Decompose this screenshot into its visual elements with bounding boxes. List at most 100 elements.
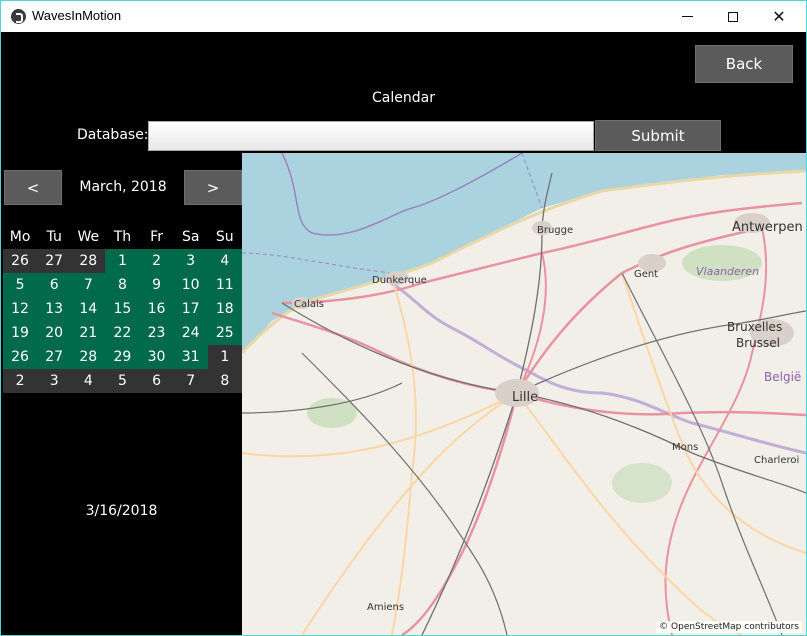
place-label: Gent (634, 269, 658, 280)
place-label: Calais (294, 299, 324, 310)
calendar-day[interactable]: 28 (71, 345, 106, 369)
calendar-day[interactable]: 10 (173, 273, 208, 297)
calendar-day[interactable]: 17 (173, 297, 208, 321)
back-button[interactable]: Back (695, 45, 793, 83)
calendar-week: 19 20 21 22 23 24 25 (3, 321, 242, 345)
calendar-day[interactable]: 25 (207, 321, 242, 345)
database-input[interactable] (148, 121, 594, 151)
map-canvas[interactable]: Antwerpen Brugge Gent Vlaanderen Dunkerq… (242, 153, 806, 635)
database-label: Database: (77, 127, 149, 143)
calendar-day-next-month[interactable]: 8 (207, 369, 242, 393)
calendar-day[interactable]: 26 (3, 345, 38, 369)
close-icon: ✕ (772, 7, 786, 26)
calendar-week: 26 27 28 1 2 3 4 (3, 249, 242, 273)
prev-month-button[interactable]: < (4, 170, 62, 205)
app-logo-icon (11, 9, 26, 24)
calendar-day[interactable]: 3 (173, 249, 208, 273)
place-label: Charleroi (754, 455, 799, 466)
calendar-day-next-month[interactable]: 4 (71, 369, 106, 393)
calendar-day-prev-month[interactable]: 26 (3, 249, 38, 273)
calendar-day[interactable]: 14 (71, 297, 106, 321)
weekday-label: Th (105, 225, 140, 249)
calendar-day-next-month[interactable]: 3 (37, 369, 72, 393)
submit-button[interactable]: Submit (595, 120, 721, 151)
place-label: Dunkerque (372, 275, 427, 286)
maximize-button[interactable] (710, 1, 756, 32)
main-content: Back Calendar Database: Submit < March, … (1, 32, 806, 635)
calendar-day[interactable]: 2 (139, 249, 174, 273)
calendar-day-prev-month[interactable]: 27 (37, 249, 72, 273)
map-attribution[interactable]: © OpenStreetMap contributors (656, 621, 802, 633)
calendar-day-next-month[interactable]: 5 (105, 369, 140, 393)
place-label: Vlaanderen (696, 265, 759, 278)
calendar-week: 2 3 4 5 6 7 8 (3, 369, 242, 393)
selected-date: 3/16/2018 (85, 503, 158, 519)
calendar-panel: < March, 2018 > Mo Tu We Th Fr Sa Su 26 … (1, 153, 242, 635)
primary-road (242, 392, 518, 458)
weekday-header: Mo Tu We Th Fr Sa Su (3, 225, 242, 249)
next-month-button[interactable]: > (184, 170, 242, 205)
window-title: WavesInMotion (32, 8, 122, 23)
calendar-day[interactable]: 23 (139, 321, 174, 345)
calendar-week: 5 6 7 8 9 10 11 (3, 273, 242, 297)
calendar-day[interactable]: 30 (139, 345, 174, 369)
calendar-day[interactable]: 5 (3, 273, 38, 297)
calendar-day-next-month[interactable]: 7 (173, 369, 208, 393)
calendar-day[interactable]: 27 (37, 345, 72, 369)
map-view[interactable]: Antwerpen Brugge Gent Vlaanderen Dunkerq… (242, 153, 806, 635)
place-label: Lille (512, 390, 538, 405)
calendar-day[interactable]: 8 (105, 273, 140, 297)
motorway (401, 392, 519, 635)
primary-road (391, 277, 417, 635)
calendar-week: 12 13 14 15 16 17 18 (3, 297, 242, 321)
weekday-label: Fr (139, 225, 174, 249)
calendar-day[interactable]: 21 (71, 321, 106, 345)
calendar-day[interactable]: 16 (139, 297, 174, 321)
calendar-week: 26 27 28 29 30 31 1 (3, 345, 242, 369)
motorway (271, 311, 518, 395)
calendar-day[interactable]: 1 (105, 249, 140, 273)
calendar-day[interactable]: 15 (105, 297, 140, 321)
calendar-day[interactable]: 22 (105, 321, 140, 345)
place-label: Mons (672, 442, 698, 453)
weekday-label: Sa (173, 225, 208, 249)
calendar-day-next-month[interactable]: 1 (207, 345, 242, 369)
weekday-label: Mo (3, 225, 38, 249)
motorway (664, 227, 768, 635)
primary-road (301, 392, 518, 635)
calendar-day[interactable]: 20 (37, 321, 72, 345)
page-title: Calendar (372, 90, 435, 106)
calendar-day[interactable]: 7 (71, 273, 106, 297)
calendar-day-prev-month[interactable]: 28 (71, 249, 106, 273)
place-label: Bruxelles (727, 320, 782, 334)
minimize-icon (681, 16, 693, 17)
calendar-day-next-month[interactable]: 6 (139, 369, 174, 393)
forest-area (612, 463, 672, 503)
calendar-day[interactable]: 6 (37, 273, 72, 297)
calendar-day[interactable]: 12 (3, 297, 38, 321)
calendar-day[interactable]: 4 (207, 249, 242, 273)
weekday-label: We (71, 225, 106, 249)
country-border (381, 276, 806, 455)
place-label: Amiens (367, 602, 404, 613)
month-label: March, 2018 (79, 179, 167, 195)
calendar-day[interactable]: 19 (3, 321, 38, 345)
calendar-day[interactable]: 24 (173, 321, 208, 345)
maximize-icon (728, 11, 738, 22)
calendar-day[interactable]: 18 (207, 297, 242, 321)
forest-area (307, 398, 357, 428)
weekday-label: Tu (37, 225, 72, 249)
calendar-day[interactable]: 11 (207, 273, 242, 297)
primary-road (516, 392, 743, 635)
title-bar[interactable]: WavesInMotion ✕ (1, 1, 806, 32)
calendar-day[interactable]: 29 (105, 345, 140, 369)
calendar-day[interactable]: 31 (173, 345, 208, 369)
place-label: Antwerpen (732, 220, 803, 235)
weekday-label: Su (207, 225, 242, 249)
place-label: Brugge (537, 225, 573, 236)
calendar-day[interactable]: 13 (37, 297, 72, 321)
minimize-button[interactable] (664, 1, 710, 32)
calendar-day[interactable]: 9 (139, 273, 174, 297)
calendar-day-next-month[interactable]: 2 (3, 369, 38, 393)
close-button[interactable]: ✕ (756, 1, 802, 32)
